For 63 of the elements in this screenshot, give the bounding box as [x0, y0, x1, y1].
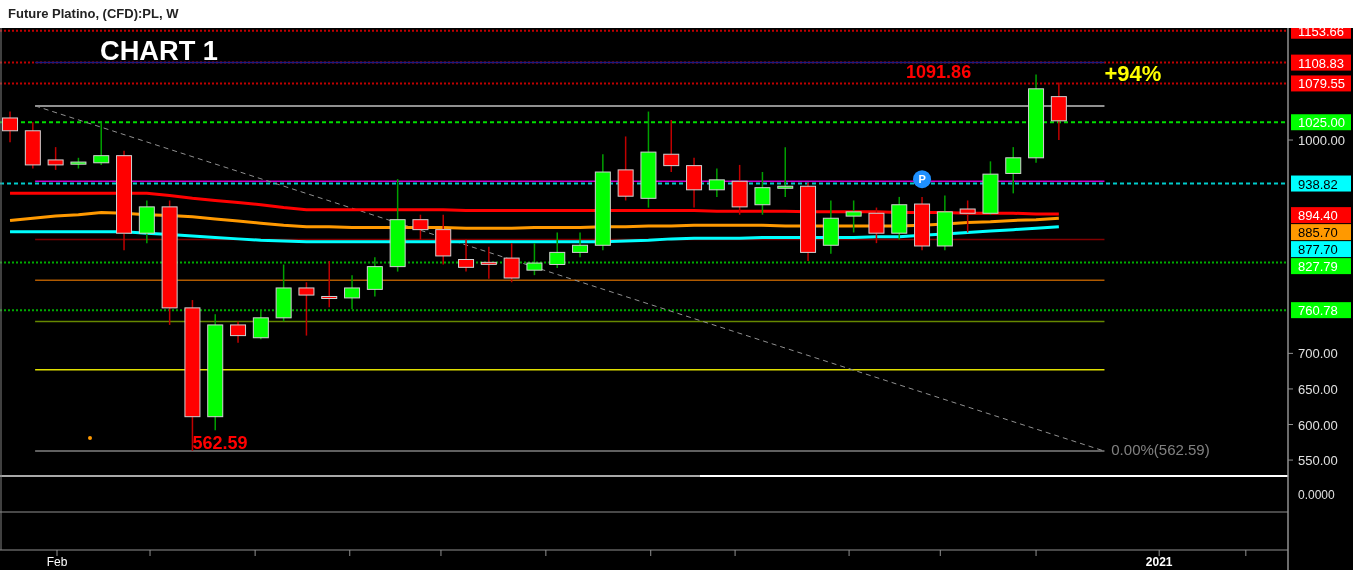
price-label: 1025.00 — [1291, 114, 1351, 131]
candlestick — [24, 121, 41, 170]
candlestick — [412, 213, 429, 241]
candlestick — [70, 157, 87, 170]
chart-heading: CHART 1 — [100, 36, 217, 66]
candlestick — [275, 263, 292, 323]
candlestick — [93, 121, 110, 166]
candlestick — [686, 157, 703, 209]
axis-label: 2021 — [1145, 555, 1173, 569]
price-annotation: 562.59 — [192, 433, 248, 454]
candlestick — [754, 171, 771, 216]
marker-dot — [88, 436, 92, 440]
axis-label: 700.00 — [1298, 346, 1338, 362]
price-label: 760.78 — [1291, 302, 1351, 319]
candlestick — [480, 245, 497, 280]
candlestick — [708, 167, 725, 198]
candlestick — [936, 194, 953, 251]
candlestick — [845, 199, 862, 234]
price-label: 1079.55 — [1291, 75, 1351, 92]
price-annotation: 1091.86 — [906, 62, 972, 83]
candlestick — [321, 260, 338, 308]
candlestick — [663, 119, 680, 173]
candlestick — [822, 199, 839, 255]
price-label: 885.70 — [1291, 224, 1351, 241]
candlestick — [959, 199, 976, 234]
candlestick — [503, 242, 520, 283]
candlestick — [572, 231, 589, 259]
price-label: 877.70 — [1291, 241, 1351, 258]
candlestick — [891, 196, 908, 241]
candlestick — [1005, 146, 1022, 195]
candlestick — [2, 110, 19, 143]
axis-label: 650.00 — [1298, 381, 1338, 397]
candlestick — [230, 320, 247, 344]
price-annotation: 0.00%(562.59) — [1111, 441, 1210, 459]
candlestick — [298, 281, 315, 337]
candlestick — [47, 146, 64, 171]
axis-label: 550.00 — [1298, 453, 1338, 469]
candlestick — [344, 274, 361, 311]
candlestick — [526, 242, 543, 276]
candlestick — [458, 238, 475, 273]
candlestick — [982, 160, 999, 216]
candlestick — [731, 164, 748, 216]
candlestick — [252, 309, 269, 340]
candlestick — [435, 213, 452, 266]
price-label: 894.40 — [1291, 207, 1351, 224]
candlestick — [868, 206, 885, 244]
axis-label: Feb — [46, 555, 68, 569]
candlestick — [366, 256, 383, 298]
price-label: 1108.83 — [1291, 54, 1351, 71]
axis-label: 600.00 — [1298, 417, 1338, 433]
candlestick — [617, 135, 634, 202]
pivot-marker: P — [913, 170, 932, 189]
price-label: 938.82 — [1291, 175, 1351, 192]
candlestick — [138, 199, 155, 244]
candlestick — [777, 146, 794, 198]
price-annotation: +94% — [1104, 61, 1162, 86]
chart-title: Future Platino, (CFD):PL, W — [8, 5, 179, 24]
candlestick — [1050, 81, 1067, 141]
candlestick — [914, 196, 931, 251]
price-label: 827.79 — [1291, 258, 1351, 275]
candlestick — [549, 231, 566, 269]
axis-label: 1000.00 — [1298, 133, 1345, 148]
indicator-reading: 0.0000 — [1298, 488, 1335, 502]
